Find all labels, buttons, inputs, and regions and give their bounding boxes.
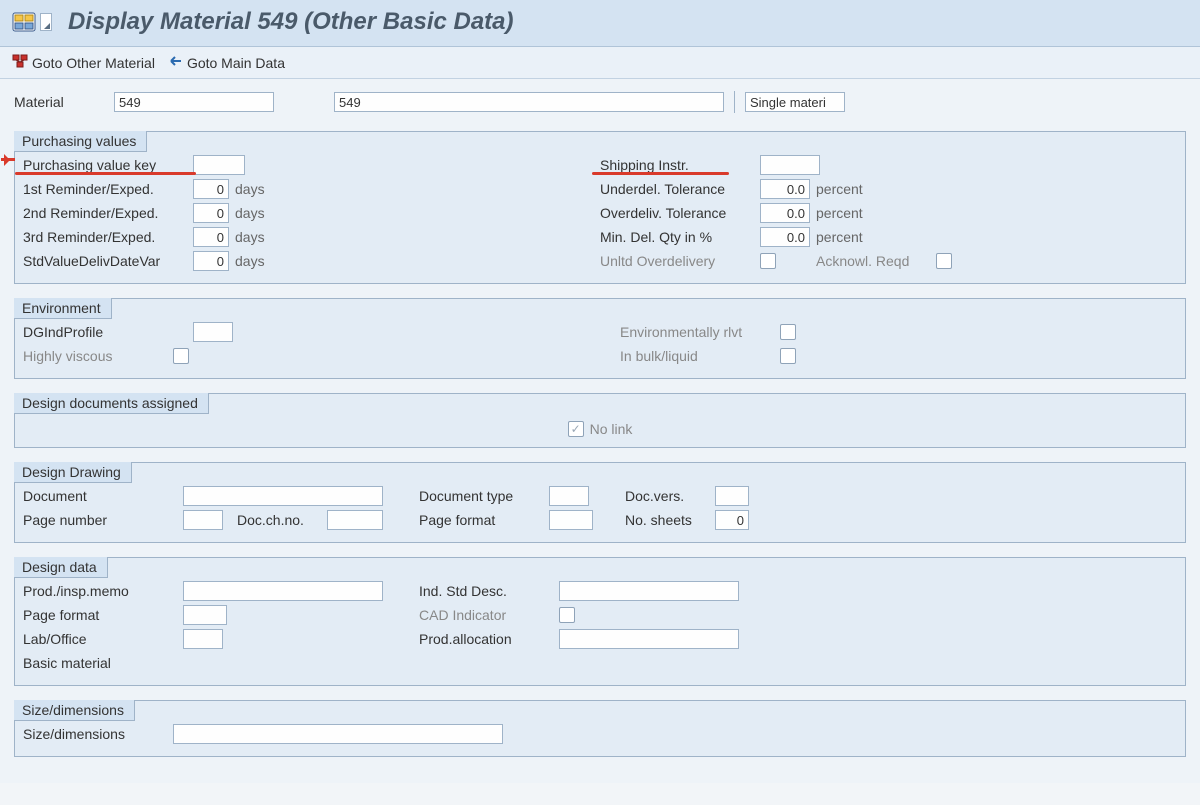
- mindelqty-field[interactable]: [760, 227, 810, 247]
- design-documents-group: Design documents assigned No link: [14, 393, 1186, 448]
- app-icon: [12, 12, 36, 32]
- env-rlvt-label: Environmentally rlvt: [620, 324, 780, 340]
- material-description-field[interactable]: [334, 92, 724, 112]
- title-dropdown-icon[interactable]: [40, 13, 52, 31]
- reminder1-field[interactable]: [193, 179, 229, 199]
- goto-main-label: Goto Main Data: [187, 55, 285, 71]
- unltd-overdelivery-checkbox[interactable]: [760, 253, 776, 269]
- shipping-instr-field[interactable]: [760, 155, 820, 175]
- material-label: Material: [14, 94, 104, 110]
- lab-office-field[interactable]: [183, 629, 223, 649]
- reminder2-field[interactable]: [193, 203, 229, 223]
- purchasing-value-key-label: Purchasing value key: [23, 157, 193, 173]
- purchasing-values-title: Purchasing values: [14, 131, 147, 152]
- environment-group: Environment DGIndProfile Highly viscous …: [14, 298, 1186, 379]
- page-format-field[interactable]: [549, 510, 593, 530]
- underdel-label: Underdel. Tolerance: [600, 181, 760, 197]
- goto-other-label: Goto Other Material: [32, 55, 155, 71]
- in-bulk-label: In bulk/liquid: [620, 348, 780, 364]
- dgindprofile-field[interactable]: [193, 322, 233, 342]
- lab-office-label: Lab/Office: [23, 631, 183, 647]
- design-drawing-title: Design Drawing: [14, 462, 132, 483]
- reminder2-label: 2nd Reminder/Exped.: [23, 205, 193, 221]
- prod-allocation-field[interactable]: [559, 629, 739, 649]
- acknowl-reqd-checkbox[interactable]: [936, 253, 952, 269]
- reminder3-label: 3rd Reminder/Exped.: [23, 229, 193, 245]
- doc-ch-no-field[interactable]: [327, 510, 383, 530]
- mindelqty-unit: percent: [816, 229, 863, 245]
- goto-other-icon: [12, 53, 28, 72]
- design-documents-title: Design documents assigned: [14, 393, 209, 414]
- size-dimensions-group: Size/dimensions Size/dimensions: [14, 700, 1186, 757]
- design-page-format-field[interactable]: [183, 605, 227, 625]
- purchasing-values-group: Purchasing values Purchasing value key 1…: [14, 131, 1186, 284]
- back-arrow-icon: [167, 53, 183, 72]
- toolbar: Goto Other Material Goto Main Data: [0, 47, 1200, 79]
- design-drawing-group: Design Drawing Document Document type Do…: [14, 462, 1186, 543]
- material-type-field[interactable]: [745, 92, 845, 112]
- material-header-row: Material: [14, 91, 1186, 113]
- material-number-field[interactable]: [114, 92, 274, 112]
- annotation-arrow: [1, 158, 15, 161]
- page-number-label: Page number: [23, 512, 183, 528]
- reminder3-field[interactable]: [193, 227, 229, 247]
- reminder1-label: 1st Reminder/Exped.: [23, 181, 193, 197]
- purchasing-value-key-field[interactable]: [193, 155, 245, 175]
- stdvaluedeliv-field[interactable]: [193, 251, 229, 271]
- env-rlvt-checkbox[interactable]: [780, 324, 796, 340]
- document-label: Document: [23, 488, 183, 504]
- reminder2-unit: days: [235, 205, 265, 221]
- design-data-title: Design data: [14, 557, 108, 578]
- page-number-field[interactable]: [183, 510, 223, 530]
- cad-indicator-label: CAD Indicator: [419, 607, 559, 623]
- size-dimensions-label: Size/dimensions: [23, 726, 173, 742]
- goto-other-material-button[interactable]: Goto Other Material: [12, 53, 155, 72]
- no-sheets-label: No. sheets: [625, 512, 715, 528]
- page-format-label: Page format: [419, 512, 549, 528]
- cad-indicator-checkbox[interactable]: [559, 607, 575, 623]
- doc-vers-label: Doc.vers.: [625, 488, 715, 504]
- document-type-field[interactable]: [549, 486, 589, 506]
- ind-std-desc-field[interactable]: [559, 581, 739, 601]
- unltd-overdelivery-label: Unltd Overdelivery: [600, 253, 760, 269]
- reminder1-unit: days: [235, 181, 265, 197]
- overdeliv-field[interactable]: [760, 203, 810, 223]
- document-field[interactable]: [183, 486, 383, 506]
- doc-vers-field[interactable]: [715, 486, 749, 506]
- acknowl-reqd-label: Acknowl. Reqd: [816, 253, 936, 269]
- page-title: Display Material 549 (Other Basic Data): [68, 8, 514, 36]
- content-area: Material Purchasing values Purchasing va…: [0, 79, 1200, 783]
- stdvaluedeliv-unit: days: [235, 253, 265, 269]
- size-dimensions-field[interactable]: [173, 724, 503, 744]
- goto-main-data-button[interactable]: Goto Main Data: [167, 53, 285, 72]
- prod-insp-memo-label: Prod./insp.memo: [23, 583, 183, 599]
- document-type-label: Document type: [419, 488, 549, 504]
- overdeliv-unit: percent: [816, 205, 863, 221]
- title-bar: Display Material 549 (Other Basic Data): [0, 0, 1200, 47]
- shipping-instr-label: Shipping Instr.: [600, 157, 760, 173]
- basic-material-label: Basic material: [23, 655, 183, 671]
- design-page-format-label: Page format: [23, 607, 183, 623]
- overdeliv-label: Overdeliv. Tolerance: [600, 205, 760, 221]
- highly-viscous-checkbox[interactable]: [173, 348, 189, 364]
- no-link-checkbox[interactable]: [568, 421, 584, 437]
- size-dimensions-title: Size/dimensions: [14, 700, 135, 721]
- no-sheets-field[interactable]: [715, 510, 749, 530]
- environment-title: Environment: [14, 298, 112, 319]
- in-bulk-checkbox[interactable]: [780, 348, 796, 364]
- dgindprofile-label: DGIndProfile: [23, 324, 193, 340]
- ind-std-desc-label: Ind. Std Desc.: [419, 583, 559, 599]
- underdel-field[interactable]: [760, 179, 810, 199]
- prod-insp-memo-field[interactable]: [183, 581, 383, 601]
- stdvaluedeliv-label: StdValueDelivDateVar: [23, 253, 193, 269]
- doc-ch-no-label: Doc.ch.no.: [237, 512, 327, 528]
- mindelqty-label: Min. Del. Qty in %: [600, 229, 760, 245]
- reminder3-unit: days: [235, 229, 265, 245]
- no-link-label: No link: [590, 421, 633, 437]
- separator: [734, 91, 735, 113]
- prod-allocation-label: Prod.allocation: [419, 631, 559, 647]
- highly-viscous-label: Highly viscous: [23, 348, 173, 364]
- design-data-group: Design data Prod./insp.memo Ind. Std Des…: [14, 557, 1186, 686]
- underdel-unit: percent: [816, 181, 863, 197]
